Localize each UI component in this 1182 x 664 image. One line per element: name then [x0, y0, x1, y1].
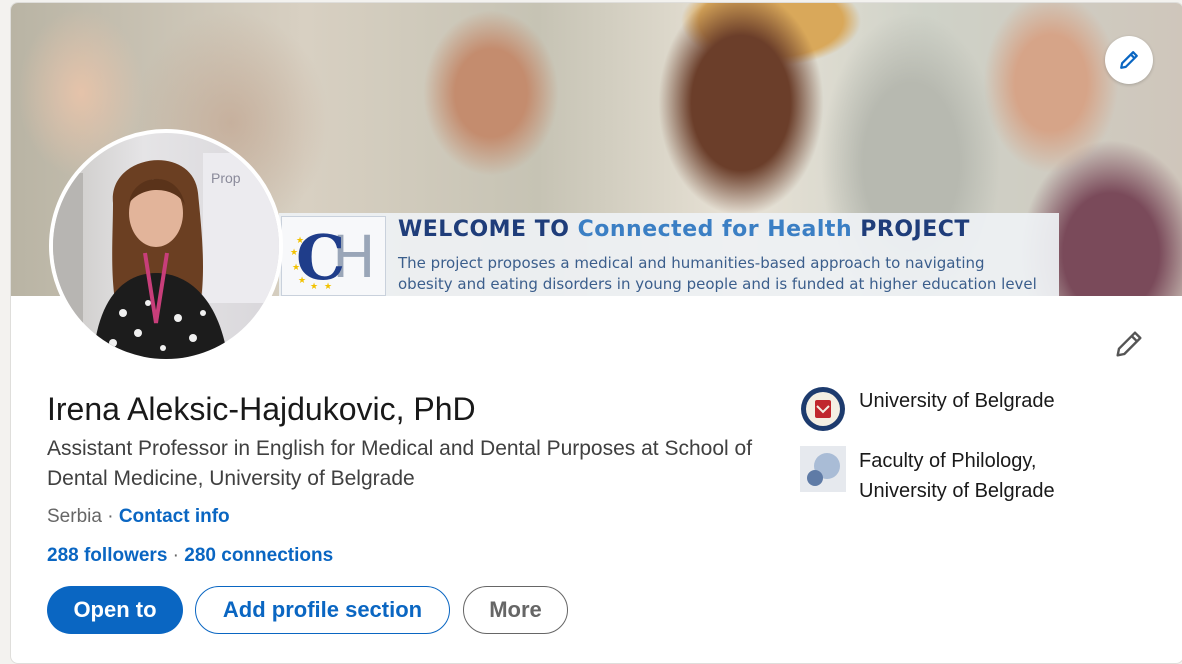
connections-link[interactable]: 280 connections	[184, 545, 333, 566]
banner-description: The project proposes a medical and human…	[398, 254, 1037, 293]
profile-photo[interactable]: Prop	[49, 129, 283, 363]
connected-for-health-logo: H C ★ ★ ★ ★ ★ ★	[281, 216, 386, 296]
organization-university-of-belgrade[interactable]: University of Belgrade	[800, 386, 1055, 432]
profile-name: Irena Aleksic-Hajdukovic, PhD	[47, 391, 476, 427]
open-to-button[interactable]: Open to	[47, 586, 183, 634]
location-text: Serbia	[47, 506, 102, 527]
profile-top-card: H C ★ ★ ★ ★ ★ ★ WELCOME TO Connected for…	[10, 2, 1182, 664]
organization-name: University of Belgrade	[859, 390, 1055, 412]
profile-location: Serbia · Contact info	[47, 506, 230, 528]
faculty-logo-icon	[800, 446, 846, 492]
followers-link[interactable]: 288 followers	[47, 545, 167, 566]
more-button[interactable]: More	[463, 586, 568, 634]
svg-text:Prop: Prop	[211, 170, 241, 186]
university-seal-icon	[801, 387, 845, 431]
profile-headline: Assistant Professor in English for Medic…	[47, 437, 753, 490]
banner-title: WELCOME TO Connected for Health PROJECT	[398, 217, 970, 242]
add-profile-section-button[interactable]: Add profile section	[195, 586, 450, 634]
separator-dot: ·	[172, 545, 185, 566]
pencil-icon	[1120, 51, 1138, 69]
edit-banner-button[interactable]	[1105, 36, 1153, 84]
profile-network-stats: 288 followers · 280 connections	[47, 545, 333, 567]
contact-info-link[interactable]: Contact info	[119, 506, 230, 527]
organization-name: Faculty of Philology, University of Belg…	[859, 450, 1055, 502]
edit-profile-pencil-icon[interactable]	[1113, 328, 1145, 360]
separator-dot: ·	[101, 506, 119, 527]
profile-photo-portrait: Prop	[53, 153, 279, 359]
organization-faculty-of-philology[interactable]: Faculty of Philology, University of Belg…	[800, 446, 1089, 506]
